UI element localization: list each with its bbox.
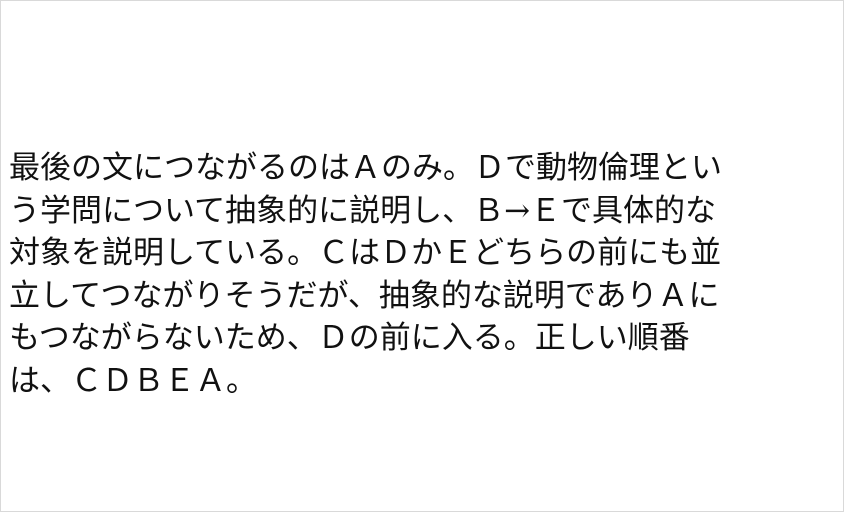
text-line-5: もつながらないため、Ｄの前に入る。正しい順番 <box>9 320 690 356</box>
explanation-paragraph: 最後の文につながるのはＡのみ。Ｄで動物倫理とい う学問について抽象的に説明し、Ｂ… <box>9 147 837 402</box>
text-line-3: 対象を説明している。ＣはＤかＥどちらの前にも並 <box>9 235 722 271</box>
text-line-1: 最後の文につながるのはＡのみ。Ｄで動物倫理とい <box>9 150 722 186</box>
text-line-4: 立してつながりそうだが、抽象的な説明でありＡに <box>9 277 720 314</box>
text-line-2: う学問について抽象的に説明し、Ｂ→Ｅで具体的な <box>9 192 717 229</box>
page: 最後の文につながるのはＡのみ。Ｄで動物倫理とい う学問について抽象的に説明し、Ｂ… <box>0 0 844 512</box>
text-line-6: は、ＣＤＢＥＡ。 <box>9 362 257 399</box>
